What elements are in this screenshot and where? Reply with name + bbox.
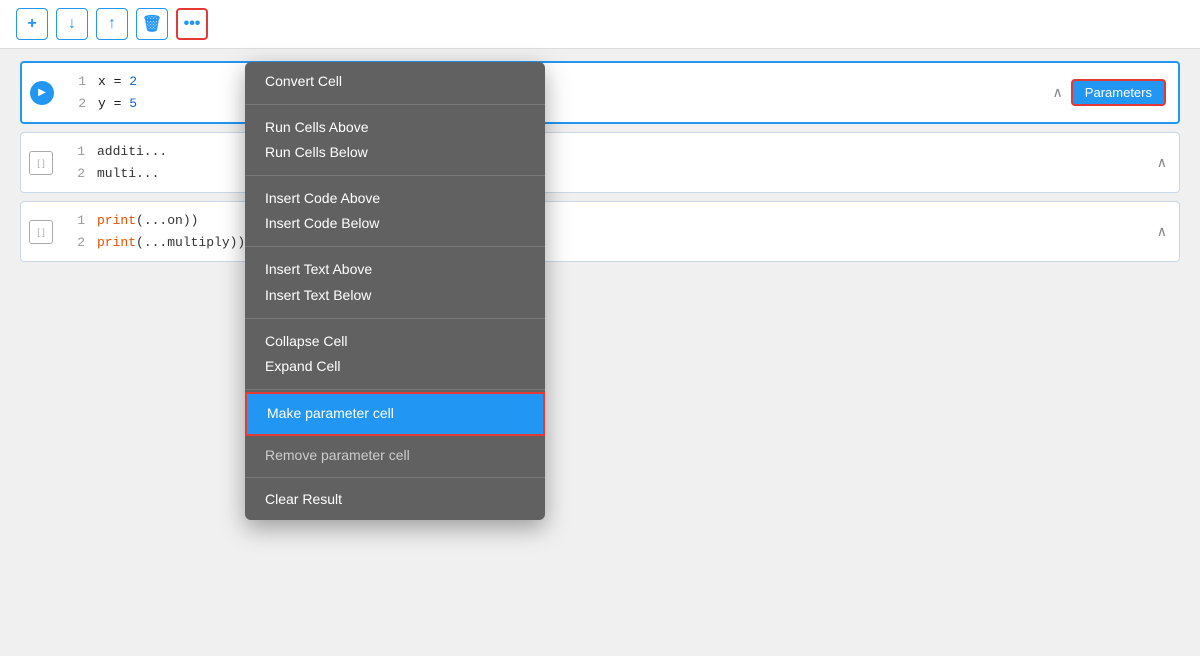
menu-divider-5 xyxy=(245,389,545,390)
run-button-cell1[interactable]: ▶ xyxy=(22,63,62,122)
trash-icon: 🗑 xyxy=(142,14,162,34)
cell2-right: ∧ xyxy=(1145,133,1179,192)
cell1-code: 1 x = 2 2 y = 5 xyxy=(62,63,1041,122)
line-number: 2 xyxy=(69,164,85,184)
line-number: 1 xyxy=(69,211,85,231)
arrow-up-icon: ↑ xyxy=(108,15,116,33)
menu-insert-text-above[interactable]: Insert Text Above xyxy=(265,257,525,282)
menu-divider-2 xyxy=(245,175,545,176)
menu-run-cells-below[interactable]: Run Cells Below xyxy=(265,140,525,165)
cell2-line1: 1 additi... xyxy=(61,141,1145,163)
cell1-line2: 2 y = 5 xyxy=(62,93,1041,115)
cell3-code: 1 print(...on)) 2 print(...multiply)) xyxy=(61,202,1145,261)
menu-insert-code-above[interactable]: Insert Code Above xyxy=(265,186,525,211)
move-up-button[interactable]: ↑ xyxy=(96,8,128,40)
cell-1: ▶ 1 x = 2 2 y = 5 ∧ Parameters xyxy=(20,61,1180,124)
menu-convert-cell[interactable]: Convert Cell xyxy=(245,62,545,102)
line-code: print(...multiply)) xyxy=(97,233,245,253)
cell-2: [ ] 1 additi... 2 multi... ∧ xyxy=(20,132,1180,193)
line-code: print(...on)) xyxy=(97,211,198,231)
line-code: x = 2 xyxy=(98,72,137,92)
menu-run-cells-above[interactable]: Run Cells Above xyxy=(265,115,525,140)
run-button-cell3[interactable]: [ ] xyxy=(21,202,61,261)
cell2-code: 1 additi... 2 multi... xyxy=(61,133,1145,192)
cell1-right: ∧ Parameters xyxy=(1041,63,1178,122)
menu-divider-3 xyxy=(245,246,545,247)
line-code: multi... xyxy=(97,164,159,184)
menu-insert-text-below[interactable]: Insert Text Below xyxy=(265,283,525,308)
menu-run-section: Run Cells Above Run Cells Below xyxy=(245,107,545,173)
cell1-line1: 1 x = 2 xyxy=(62,71,1041,93)
menu-insert-text-section: Insert Text Above Insert Text Below xyxy=(245,249,545,315)
collapse-icon[interactable]: ∧ xyxy=(1157,154,1167,171)
menu-insert-code-below[interactable]: Insert Code Below xyxy=(265,211,525,236)
menu-expand-cell[interactable]: Expand Cell xyxy=(265,354,525,379)
toolbar: + ↓ ↑ 🗑 ••• xyxy=(0,0,1200,49)
cells-area: ▶ 1 x = 2 2 y = 5 ∧ Parameters [ ] xyxy=(0,49,1200,274)
menu-clear-result[interactable]: Clear Result xyxy=(245,480,545,520)
menu-make-parameter-cell[interactable]: Make parameter cell xyxy=(245,392,545,436)
collapse-icon[interactable]: ∧ xyxy=(1053,84,1063,101)
line-code: additi... xyxy=(97,142,167,162)
notebook-container: + ↓ ↑ 🗑 ••• ▶ 1 x = 2 2 xyxy=(0,0,1200,656)
cell2-line2: 2 multi... xyxy=(61,163,1145,185)
menu-collapse-section: Collapse Cell Expand Cell xyxy=(245,321,545,387)
idle-indicator: [ ] xyxy=(29,151,53,175)
collapse-icon[interactable]: ∧ xyxy=(1157,223,1167,240)
run-button-cell2[interactable]: [ ] xyxy=(21,133,61,192)
run-circle-icon: ▶ xyxy=(30,81,54,105)
line-code: y = 5 xyxy=(98,94,137,114)
line-number: 2 xyxy=(69,233,85,253)
add-cell-button[interactable]: + xyxy=(16,8,48,40)
parameters-badge: Parameters xyxy=(1071,79,1166,106)
ellipsis-icon: ••• xyxy=(184,15,201,33)
cell-3: [ ] 1 print(...on)) 2 print(...multiply)… xyxy=(20,201,1180,262)
menu-divider-4 xyxy=(245,318,545,319)
line-number: 1 xyxy=(69,142,85,162)
delete-cell-button[interactable]: 🗑 xyxy=(136,8,168,40)
arrow-down-icon: ↓ xyxy=(68,15,76,33)
menu-collapse-cell[interactable]: Collapse Cell xyxy=(265,329,525,354)
context-menu: Convert Cell Run Cells Above Run Cells B… xyxy=(245,62,545,520)
menu-insert-code-section: Insert Code Above Insert Code Below xyxy=(245,178,545,244)
line-number: 2 xyxy=(70,94,86,114)
line-number: 1 xyxy=(70,72,86,92)
idle-indicator: [ ] xyxy=(29,220,53,244)
plus-icon: + xyxy=(27,15,36,33)
menu-divider-6 xyxy=(245,477,545,478)
cell3-right: ∧ xyxy=(1145,202,1179,261)
cell3-line2: 2 print(...multiply)) xyxy=(61,232,1145,254)
move-down-button[interactable]: ↓ xyxy=(56,8,88,40)
menu-remove-parameter-cell[interactable]: Remove parameter cell xyxy=(245,436,545,476)
cell3-line1: 1 print(...on)) xyxy=(61,210,1145,232)
menu-divider-1 xyxy=(245,104,545,105)
more-options-button[interactable]: ••• xyxy=(176,8,208,40)
